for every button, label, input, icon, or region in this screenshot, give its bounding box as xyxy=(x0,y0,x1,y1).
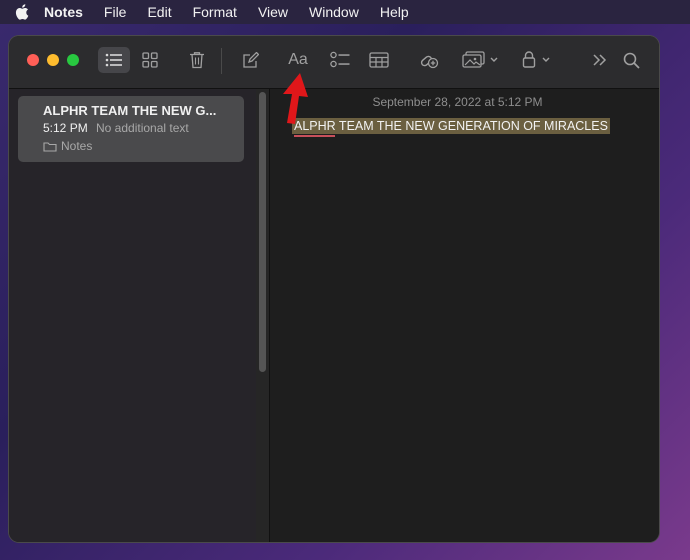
annotation-arrow-icon xyxy=(283,73,308,124)
